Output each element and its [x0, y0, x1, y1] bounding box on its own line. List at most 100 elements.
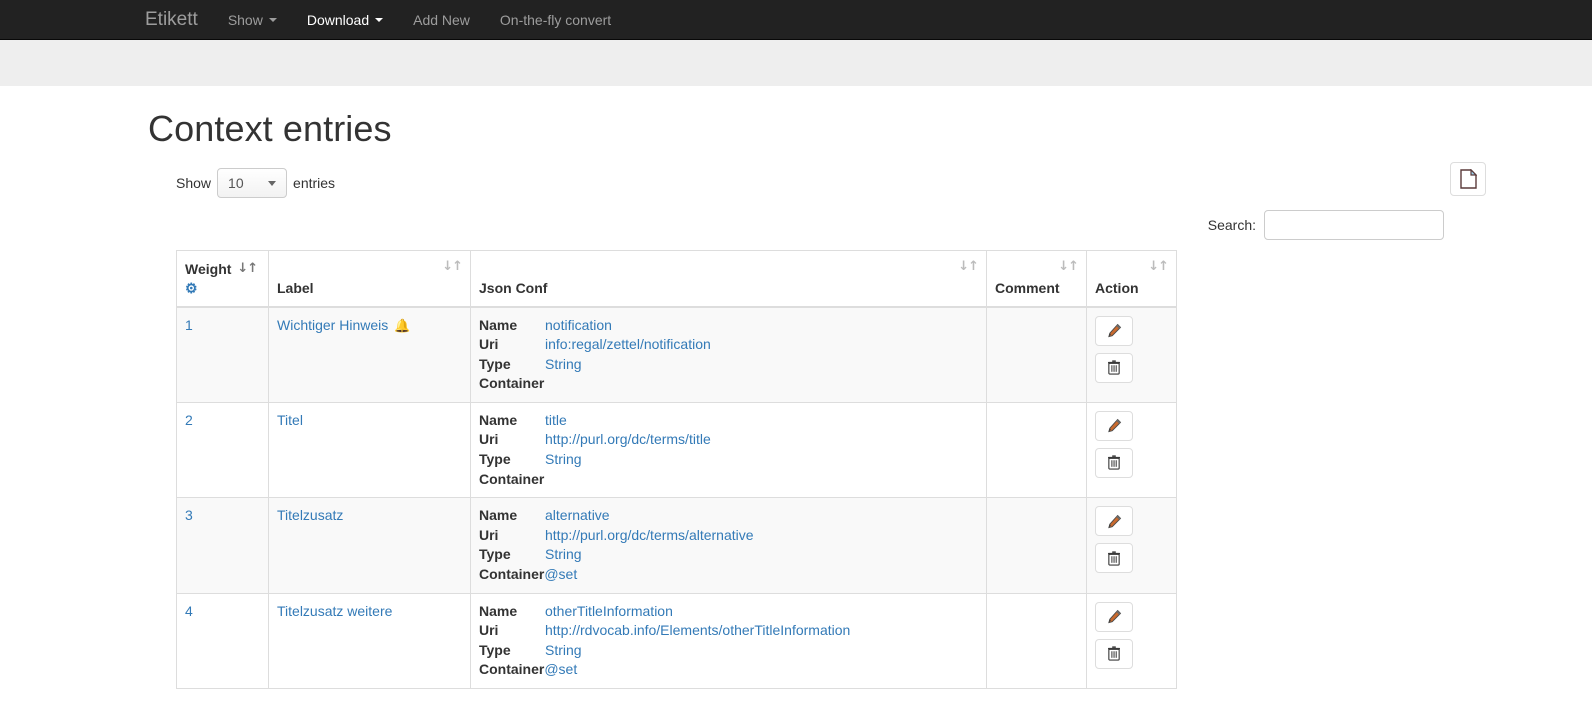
json-value-name[interactable]: notification — [545, 316, 612, 336]
cell-json-conf: Name notification Uri info:regal/zettel/… — [470, 306, 987, 403]
cell-action — [1086, 592, 1177, 690]
json-key-name: Name — [479, 411, 518, 428]
cell-label: Titelzusatz — [268, 497, 471, 594]
pencil-icon — [1107, 419, 1121, 433]
weight-link[interactable]: 3 — [185, 507, 193, 523]
json-value-type[interactable]: String — [545, 545, 582, 565]
cell-weight: 1 — [176, 306, 269, 403]
label-link[interactable]: Titelzusatz — [277, 507, 343, 523]
nav-add-new[interactable]: Add New — [398, 0, 485, 40]
search-input[interactable] — [1264, 210, 1444, 240]
json-value-name[interactable]: otherTitleInformation — [545, 602, 673, 622]
json-value-type[interactable]: String — [545, 641, 582, 661]
label-link[interactable]: Titelzusatz weitere — [277, 603, 392, 619]
column-comment-label: Comment — [995, 279, 1060, 296]
json-value-container[interactable]: @set — [544, 566, 577, 582]
gear-icon[interactable]: ⚙ — [185, 281, 198, 295]
entries-select-box[interactable]: 10 — [217, 168, 288, 198]
datatable-toolbar: Show 10 entries — [176, 162, 1486, 198]
edit-button[interactable] — [1095, 506, 1133, 537]
column-header-weight[interactable]: Weight ↓↑ ⚙ — [176, 250, 269, 308]
json-key-container: Container — [479, 470, 545, 487]
json-value-type[interactable]: String — [545, 355, 582, 375]
show-label: Show — [176, 175, 212, 191]
subheader-band — [0, 40, 1592, 86]
weight-link[interactable]: 4 — [185, 603, 193, 619]
cell-weight: 3 — [176, 497, 269, 594]
cell-json-conf: Name alternative Uri http://purl.org/dc/… — [470, 497, 987, 594]
json-value-name[interactable]: alternative — [545, 506, 610, 526]
json-value-uri[interactable]: http://purl.org/dc/terms/title — [545, 430, 711, 450]
json-value-uri[interactable]: info:regal/zettel/notification — [545, 335, 711, 355]
nav-show-label: Show — [227, 11, 263, 28]
cell-comment — [986, 306, 1087, 403]
table-row: 1 Wichtiger Hinweis 🔔 Name notification — [176, 306, 1177, 403]
json-key-type: Type — [479, 641, 511, 658]
edit-button[interactable] — [1095, 410, 1133, 441]
json-conf-list: Name otherTitleInformation Uri http://rd… — [479, 602, 978, 680]
json-key-uri: Uri — [479, 526, 499, 543]
json-row-type: Type String — [479, 450, 978, 470]
table-header-row: Weight ↓↑ ⚙ ↓↑ Label ↓↑ Json Conf ↓↑ Com… — [176, 250, 1177, 308]
json-key-name: Name — [479, 316, 518, 333]
cell-json-conf: Name otherTitleInformation Uri http://rd… — [470, 592, 987, 690]
search-filter: Search: — [1208, 210, 1444, 240]
json-key-container: Container — [479, 566, 545, 583]
cell-comment — [986, 401, 1087, 499]
trash-icon — [1108, 646, 1120, 661]
column-weight-label: Weight — [185, 260, 232, 277]
column-json-conf-label: Json Conf — [479, 279, 548, 296]
column-header-label[interactable]: ↓↑ Label — [268, 250, 471, 308]
column-header-json-conf[interactable]: ↓↑ Json Conf — [470, 250, 987, 308]
json-key-type: Type — [479, 355, 511, 372]
delete-button[interactable] — [1095, 638, 1133, 669]
json-value-type[interactable]: String — [545, 450, 582, 470]
json-conf-list: Name title Uri http://purl.org/dc/terms/… — [479, 411, 978, 489]
weight-link[interactable]: 2 — [185, 412, 193, 428]
sort-both-icon: ↓↑ — [1148, 259, 1169, 274]
cell-action — [1086, 497, 1177, 594]
cell-weight: 4 — [176, 592, 269, 690]
column-action-label: Action — [1095, 279, 1139, 296]
json-key-uri: Uri — [479, 336, 499, 353]
json-row-uri: Uri http://rdvocab.info/Elements/otherTi… — [479, 621, 978, 641]
weight-link[interactable]: 1 — [185, 317, 193, 333]
delete-button[interactable] — [1095, 447, 1133, 478]
label-link[interactable]: Wichtiger Hinweis — [277, 317, 388, 333]
json-value-uri[interactable]: http://purl.org/dc/terms/alternative — [545, 526, 754, 546]
cell-label: Titelzusatz weitere — [268, 592, 471, 690]
datatable-filter-row: Search: — [176, 210, 1444, 240]
delete-button[interactable] — [1095, 352, 1133, 383]
navbar-brand[interactable]: Etikett — [130, 9, 213, 30]
pencil-icon — [1107, 609, 1121, 624]
json-key-uri: Uri — [479, 622, 499, 639]
nav-on-the-fly-convert[interactable]: On-the-fly convert — [485, 0, 626, 40]
top-navbar: Etikett Show Download Add New On-the-fly… — [0, 0, 1592, 40]
sort-desc-icon: ↓↑ — [237, 261, 258, 276]
json-conf-list: Name notification Uri info:regal/zettel/… — [479, 316, 978, 394]
json-row-uri: Uri http://purl.org/dc/terms/title — [479, 430, 978, 450]
nav-download[interactable]: Download — [292, 0, 398, 40]
json-value-uri[interactable]: http://rdvocab.info/Elements/otherTitleI… — [545, 621, 850, 641]
json-value-name[interactable]: title — [545, 411, 567, 431]
edit-button[interactable] — [1095, 601, 1133, 632]
column-header-comment[interactable]: ↓↑ Comment — [986, 250, 1087, 308]
entries-label: entries — [293, 175, 336, 191]
column-header-action[interactable]: ↓↑ Action — [1086, 250, 1177, 308]
json-row-name: Name alternative — [479, 506, 978, 526]
entries-length-control: Show 10 entries — [176, 168, 335, 198]
export-file-button[interactable] — [1450, 162, 1486, 196]
json-row-uri: Uri info:regal/zettel/notification — [479, 335, 978, 355]
file-document-icon — [1459, 169, 1477, 189]
edit-button[interactable] — [1095, 315, 1133, 346]
pencil-icon — [1107, 323, 1121, 338]
json-row-name: Name notification — [479, 316, 978, 336]
json-value-container[interactable]: @set — [544, 661, 577, 677]
delete-button[interactable] — [1095, 543, 1133, 574]
label-link[interactable]: Titel — [277, 412, 303, 428]
json-conf-list: Name alternative Uri http://purl.org/dc/… — [479, 506, 978, 584]
nav-show[interactable]: Show — [213, 0, 292, 40]
json-row-name: Name title — [479, 411, 978, 431]
json-row-type: Type String — [479, 545, 978, 565]
entries-select[interactable]: 10 — [217, 168, 288, 198]
